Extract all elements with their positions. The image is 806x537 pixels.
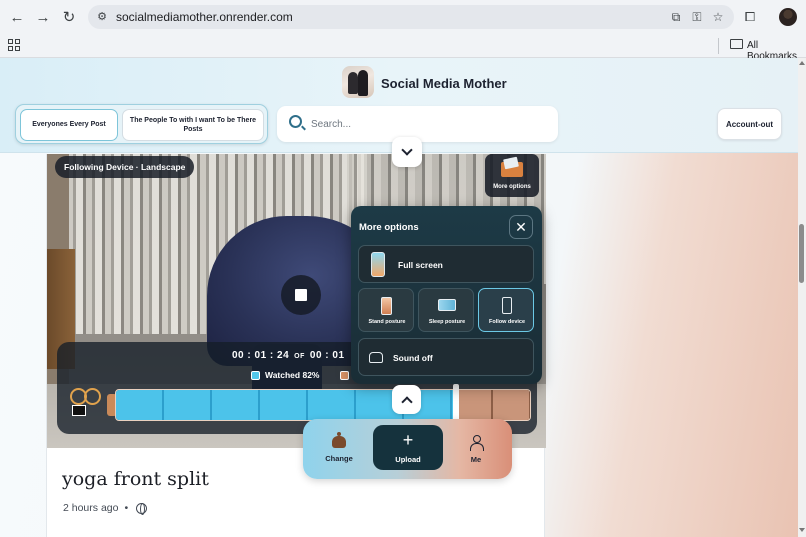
remaining-swatch <box>340 371 349 380</box>
tab-people-posts[interactable]: The People To with I want To be There Po… <box>122 109 264 141</box>
expand-button[interactable] <box>392 385 421 414</box>
search-input[interactable] <box>311 114 541 134</box>
password-key-icon[interactable]: ⚿ <box>689 9 705 25</box>
more-options-button[interactable]: More options <box>485 154 539 197</box>
upload-button[interactable]: + Upload <box>373 425 443 470</box>
plus-icon: + <box>402 430 414 450</box>
watched-swatch <box>251 370 260 380</box>
phone-fullscreen-icon <box>371 252 385 277</box>
full-screen-option[interactable]: Full screen <box>358 245 534 283</box>
url-text[interactable]: socialmediamother.onrender.com <box>116 10 293 24</box>
brand-title: Social Media Mother <box>381 76 507 91</box>
meta-separator: • <box>124 502 129 514</box>
scrollbar[interactable] <box>798 58 806 537</box>
post-meta: 2 hours ago • <box>63 502 148 515</box>
stand-posture-option[interactable]: Stand posture <box>358 288 414 332</box>
back-arrow-icon[interactable]: ← <box>6 6 28 28</box>
more-options-popover: More options ✕ Full screen Stand posture… <box>351 206 542 384</box>
follow-device-option[interactable]: Follow device <box>478 288 534 332</box>
tab-everyones-every-post[interactable]: Everyones Every Post <box>20 109 118 141</box>
chevron-down-icon <box>401 144 413 156</box>
post-time: 2 hours ago <box>63 502 119 514</box>
camera-icon <box>72 405 86 416</box>
timeline-remaining-segment <box>455 390 530 420</box>
folder-icon[interactable] <box>730 39 743 49</box>
bookmarks-divider <box>718 38 719 54</box>
apps-grid-icon[interactable] <box>8 39 20 51</box>
device-mode-badge: Following Device · Landscape <box>55 156 195 178</box>
popover-title: More options <box>359 222 419 233</box>
browser-toolbar: ← → ↻ ⚙ socialmediamother.onrender.com ⧉… <box>0 0 806 34</box>
stop-button[interactable] <box>281 275 321 315</box>
sound-off-option[interactable]: Sound off <box>358 338 534 376</box>
scroll-up-arrow-icon[interactable] <box>799 61 805 65</box>
search-icon[interactable] <box>289 115 302 128</box>
user-icon <box>470 434 484 451</box>
more-options-label: More options <box>493 184 531 190</box>
bottom-nav: Change + Upload Me <box>303 419 512 479</box>
time-readout: 00 : 01 : 24 OF 00 : 01 <box>232 350 345 361</box>
page: Social Media Mother Everyones Every Post… <box>0 58 806 537</box>
sleep-posture-label: Sleep posture <box>428 319 466 325</box>
follow-device-label: Follow device <box>488 319 526 325</box>
full-screen-label: Full screen <box>398 260 443 270</box>
search-bar[interactable] <box>277 106 558 142</box>
change-label: Change <box>325 453 353 463</box>
chevron-up-icon <box>400 395 413 408</box>
watched-legend: Watched 82% <box>251 370 319 380</box>
stop-icon <box>295 289 307 301</box>
me-button[interactable]: Me <box>446 419 506 479</box>
watched-label: Watched 82% <box>265 370 320 380</box>
change-icon <box>332 431 346 448</box>
post-title: yoga front split <box>62 468 209 490</box>
sleep-posture-option[interactable]: Sleep posture <box>418 288 474 332</box>
sleep-posture-icon <box>438 299 456 311</box>
brand-avatar <box>342 66 374 98</box>
scrollbar-thumb[interactable] <box>799 224 804 283</box>
time-total: 00 : 01 <box>309 350 345 361</box>
site-settings-icon[interactable]: ⚙ <box>95 10 109 24</box>
progress-timeline[interactable] <box>115 389 531 421</box>
bookmark-star-icon[interactable]: ☆ <box>710 9 726 25</box>
timeline-scrubber-handle[interactable] <box>453 384 460 424</box>
folder-icon <box>501 158 523 178</box>
profile-avatar[interactable] <box>779 8 797 26</box>
me-label: Me <box>470 454 482 464</box>
phone-icon <box>502 297 512 314</box>
reload-icon[interactable]: ↻ <box>58 6 80 28</box>
stand-posture-label: Stand posture <box>368 319 406 325</box>
sound-off-icon <box>369 352 383 363</box>
upload-label: Upload <box>395 455 421 464</box>
install-app-icon[interactable]: ⧉ <box>668 9 684 25</box>
forward-arrow-icon[interactable]: → <box>32 6 54 28</box>
feed-tabs: Everyones Every Post The People To with … <box>15 104 268 144</box>
close-icon: ✕ <box>515 219 527 235</box>
sound-off-label: Sound off <box>393 353 433 363</box>
close-button[interactable]: ✕ <box>509 215 533 239</box>
scroll-down-arrow-icon[interactable] <box>799 528 805 532</box>
globe-icon <box>136 502 148 515</box>
address-bar[interactable]: ⚙ socialmediamother.onrender.com ⧉ ⚿ ☆ <box>88 5 734 29</box>
stand-posture-icon <box>381 297 392 315</box>
extensions-icon[interactable]: ⧠ <box>742 9 758 25</box>
time-current: 00 : 01 : 24 <box>232 350 290 361</box>
bookmarks-bar: All Bookmarks <box>0 34 806 62</box>
change-button[interactable]: Change <box>309 419 369 479</box>
time-of-label: OF <box>294 353 305 360</box>
collapse-header-button[interactable] <box>392 137 422 167</box>
account-out-button[interactable]: Account-out <box>717 108 782 140</box>
